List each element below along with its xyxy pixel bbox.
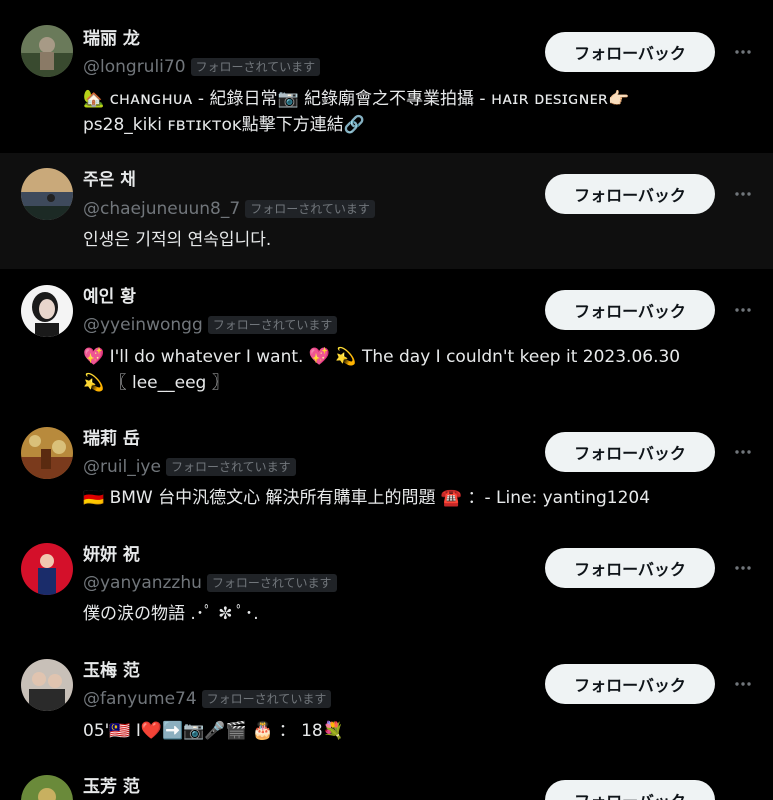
bio: 인생은 기적의 연속입니다. [83,227,763,253]
follow-back-button[interactable]: フォローバック [545,432,715,472]
follows-you-badge: フォローされています [207,316,338,334]
bio-line: ps28_kiki ꜰʙᴛɪᴋᴛᴏᴋ點擊下方連結🔗 [83,115,365,135]
avatar-image [21,659,73,711]
handle-line: @longruli70 フォローされています [83,55,321,79]
handle-line: @fanyume74 フォローされています [83,687,332,711]
avatar[interactable] [21,659,73,711]
avatar[interactable] [21,775,73,800]
follows-you-badge: フォローされています [206,574,337,592]
bio: 05'🇲🇾 I❤️➡️📷🎤🎬 🎂 ： 18💐 [83,718,763,744]
follows-you-badge: フォローされています [165,458,296,476]
follows-you-badge: フォローされています [190,58,321,76]
follow-back-button[interactable]: フォローバック [545,32,715,72]
user-cell[interactable]: 瑞丽 龙 @longruli70 フォローされています 🏡 ᴄʜᴀɴɢʜᴜᴀ -… [0,0,773,153]
bio-line: 💖 I'll do whatever I want. 💖 💫 The day I… [83,347,681,367]
handle[interactable]: @ruil_iye [83,456,161,478]
more-icon[interactable] [732,557,754,579]
handle[interactable]: @yanyanzzhu [83,572,202,594]
follows-you-badge: フォローされています [245,200,375,218]
display-name[interactable]: 妍妍 祝 [83,544,140,566]
bio-line: 05'🇲🇾 I❤️➡️📷🎤🎬 🎂 ： 18💐 [83,721,344,741]
avatar[interactable] [21,543,73,595]
bio-line: 인생은 기적의 연속입니다. [83,230,272,250]
handle-line: @yyeinwongg フォローされています [83,313,338,337]
follower-list: 瑞丽 龙 @longruli70 フォローされています 🏡 ᴄʜᴀɴɢʜᴜᴀ -… [0,0,773,800]
display-name[interactable]: 玉芳 范 [83,776,140,798]
follow-back-button[interactable]: フォローバック [545,290,715,330]
avatar-image [21,25,73,77]
display-name[interactable]: 예인 황 [83,286,136,308]
user-cell[interactable]: 예인 황 @yyeinwongg フォローされています 💖 I'll do wh… [0,269,773,411]
bio-line: 🇩🇪 BMW 台中汎德文心 解決所有購車上的問題 ☎️ ：- Line: yan… [83,488,651,508]
bio: 🏡 ᴄʜᴀɴɢʜᴜᴀ - 紀錄日常📷 紀錄廟會之不專業拍攝 - ʜᴀɪʀ ᴅᴇꜱ… [83,86,763,138]
avatar-image [21,543,73,595]
bio-line: 💫 〖 lee__eeg 〗 [83,373,229,393]
display-name[interactable]: 瑞莉 岳 [83,428,140,450]
follows-you-badge: フォローされています [201,690,332,708]
bio-line: 僕の涙の物語 .･ﾟ ✼ ﾟ･. [83,604,259,624]
handle-line: @yanyanzzhu フォローされています [83,571,337,595]
user-cell[interactable]: 주은 채 @chaejuneuun8_7 フォローされています 인생은 기적의 … [0,153,773,269]
handle-line: @chaejuneuun8_7 フォローされています [83,197,375,221]
avatar-image [21,285,73,337]
bio-line: 🏡 ᴄʜᴀɴɢʜᴜᴀ - 紀錄日常📷 紀錄廟會之不專業拍攝 - ʜᴀɪʀ ᴅᴇꜱ… [83,89,630,109]
user-cell[interactable]: 玉梅 范 @fanyume74 フォローされています 05'🇲🇾 I❤️➡️📷🎤… [0,643,773,759]
handle-line: @ruil_iye フォローされています [83,455,296,479]
handle[interactable]: @yyeinwongg [83,314,203,336]
handle[interactable]: @fanyume74 [83,688,197,710]
handle[interactable]: @longruli70 [83,56,186,78]
user-cell[interactable]: 妍妍 祝 @yanyanzzhu フォローされています 僕の涙の物語 .･ﾟ ✼… [0,527,773,643]
user-cell[interactable]: 瑞莉 岳 @ruil_iye フォローされています 🇩🇪 BMW 台中汎德文心 … [0,411,773,527]
more-icon[interactable] [732,673,754,695]
bio: 僕の涙の物語 .･ﾟ ✼ ﾟ･. [83,601,763,627]
avatar[interactable] [21,168,73,220]
bio: 🇩🇪 BMW 台中汎德文心 解決所有購車上的問題 ☎️ ：- Line: yan… [83,485,763,511]
display-name[interactable]: 玉梅 范 [83,660,140,682]
more-icon[interactable] [732,41,754,63]
more-icon[interactable] [732,441,754,463]
handle[interactable]: @chaejuneuun8_7 [83,198,240,220]
more-icon[interactable] [732,183,754,205]
more-icon[interactable] [732,299,754,321]
follow-back-button[interactable]: フォローバック [545,664,715,704]
avatar-image [21,168,73,220]
avatar-image [21,427,73,479]
avatar[interactable] [21,25,73,77]
follow-back-button[interactable]: フォローバック [545,174,715,214]
follow-back-button[interactable]: フォローバック [545,780,715,800]
follow-back-button[interactable]: フォローバック [545,548,715,588]
avatar[interactable] [21,285,73,337]
display-name[interactable]: 瑞丽 龙 [83,28,140,50]
avatar[interactable] [21,427,73,479]
avatar-image [21,775,73,800]
user-cell[interactable]: 玉芳 范 フォローバック [0,759,773,800]
display-name[interactable]: 주은 채 [83,169,136,191]
bio: 💖 I'll do whatever I want. 💖 💫 The day I… [83,344,763,396]
